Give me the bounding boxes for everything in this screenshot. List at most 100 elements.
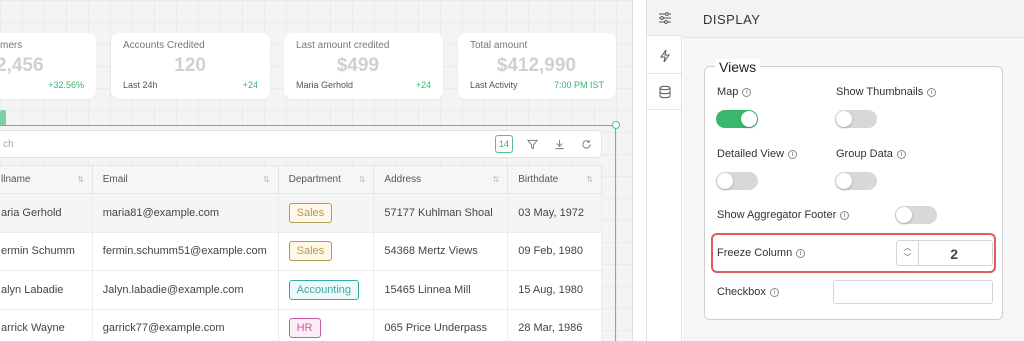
stat-value: 120 xyxy=(174,55,206,76)
aggregator-footer-toggle[interactable] xyxy=(895,206,937,224)
info-icon[interactable]: i xyxy=(840,210,850,220)
cell-name: ermin Schumm xyxy=(0,231,93,271)
search-input[interactable]: ch xyxy=(3,139,14,150)
cell-department: HR xyxy=(277,308,375,341)
detailed-view-label: Detailed View i xyxy=(717,148,798,160)
column-header[interactable]: Department ⇅ xyxy=(277,165,375,194)
stat-title: Total amount xyxy=(470,40,528,51)
sort-icon[interactable]: ⇅ xyxy=(77,175,84,184)
map-toggle[interactable] xyxy=(716,110,758,128)
department-badge: Sales xyxy=(288,241,333,262)
stat-sub: Maria Gerhold xyxy=(296,80,354,90)
cell-name: aria Gerhold xyxy=(0,193,93,233)
sort-icon[interactable]: ⇅ xyxy=(263,175,270,184)
column-header[interactable]: llname ⇅ xyxy=(0,165,93,194)
cell-birthdate: 09 Feb, 1980 xyxy=(507,231,602,271)
download-icon[interactable] xyxy=(550,135,568,153)
panel-title: DISPLAY xyxy=(703,12,761,27)
cell-name: alyn Labadie xyxy=(0,270,93,310)
sort-icon[interactable]: ⇅ xyxy=(586,175,593,184)
table-row[interactable]: aria Gerhold maria81@example.com Sales 5… xyxy=(0,193,602,233)
group-data-toggle[interactable] xyxy=(835,172,877,190)
column-header[interactable]: Email ⇅ xyxy=(91,165,279,194)
freeze-column-value[interactable]: 2 xyxy=(950,246,958,262)
cell-email[interactable]: fermin.schumm51@example.com xyxy=(91,231,279,271)
stat-value: 2,456 xyxy=(0,55,44,76)
cell-email[interactable]: garrick77@example.com xyxy=(91,308,279,341)
resize-handle[interactable] xyxy=(612,121,620,129)
stat-card-last-amount: Last amount credited $499 Maria Gerhold … xyxy=(284,33,443,99)
stat-delta: 7:00 PM IST xyxy=(553,80,604,90)
chevron-down-icon[interactable]: ﹀ xyxy=(904,253,912,263)
filter-icon[interactable] xyxy=(523,135,541,153)
stat-title: Last amount credited xyxy=(296,40,390,51)
views-legend: Views xyxy=(715,59,761,75)
database-icon[interactable] xyxy=(647,74,683,110)
cell-address: 54368 Mertz Views xyxy=(373,231,509,271)
lightning-icon[interactable] xyxy=(647,38,683,74)
toggle-knob xyxy=(836,111,852,127)
info-icon[interactable]: i xyxy=(788,149,798,159)
stat-delta: +24 xyxy=(242,80,258,90)
data-grid: llname ⇅ Email ⇅ Department ⇅ Address ⇅ Birt… xyxy=(0,165,602,341)
sliders-icon[interactable] xyxy=(647,0,683,36)
department-badge: HR xyxy=(288,318,321,339)
panel-header: DISPLAY xyxy=(683,0,1024,38)
info-icon[interactable]: i xyxy=(927,87,937,97)
checkbox-field[interactable] xyxy=(833,280,993,304)
stat-title: mers xyxy=(0,40,23,51)
freeze-column-label: Freeze Column i xyxy=(717,247,806,259)
thumbnails-toggle[interactable] xyxy=(835,110,877,128)
toggle-knob xyxy=(717,173,733,189)
stat-value: $412,990 xyxy=(496,55,576,76)
pane-divider[interactable] xyxy=(632,0,633,341)
cell-name: arrick Wayne xyxy=(0,308,93,341)
refresh-icon[interactable] xyxy=(577,135,595,153)
cell-birthdate: 03 May, 1972 xyxy=(507,193,602,233)
info-icon[interactable]: i xyxy=(896,149,906,159)
toggle-knob xyxy=(741,111,757,127)
sort-icon[interactable]: ⇅ xyxy=(359,175,366,184)
column-header[interactable]: Birthdate ⇅ xyxy=(507,165,602,194)
cell-department: Sales xyxy=(277,231,375,271)
aggregator-footer-label: Show Aggregator Footer i xyxy=(717,209,850,221)
settings-icon-bar xyxy=(646,0,683,341)
cell-address: 065 Price Underpass xyxy=(373,308,509,341)
department-badge: Accounting xyxy=(288,279,360,300)
checkbox-label: Checkbox i xyxy=(717,286,779,298)
freeze-column-stepper[interactable]: ︿ ﹀ 2 xyxy=(896,240,993,266)
column-header[interactable]: Address ⇅ xyxy=(373,165,509,194)
cell-address: 57177 Kuhlman Shoal xyxy=(373,193,509,233)
detailed-view-toggle[interactable] xyxy=(716,172,758,190)
selection-tab[interactable] xyxy=(0,110,6,125)
cell-birthdate: 28 Mar, 1986 xyxy=(507,308,602,341)
stat-sub: Last 24h xyxy=(123,80,158,90)
stat-delta: +24 xyxy=(415,80,431,90)
table-row[interactable]: arrick Wayne garrick77@example.com HR 06… xyxy=(0,308,602,341)
cell-department: Sales xyxy=(277,193,375,233)
cell-birthdate: 15 Aug, 1980 xyxy=(507,270,602,310)
count-badge[interactable]: 14 xyxy=(495,135,513,153)
toggle-knob xyxy=(836,173,852,189)
cell-department: Accounting xyxy=(277,270,375,310)
map-label: Map i xyxy=(717,86,752,98)
stat-sub: Last Activity xyxy=(470,80,518,90)
info-icon[interactable]: i xyxy=(796,248,806,258)
stat-card-accounts-credited: Accounts Credited 120 Last 24h +24 xyxy=(111,33,270,99)
chevron-up-icon[interactable]: ︿ xyxy=(904,243,912,253)
stepper-arrows[interactable]: ︿ ﹀ xyxy=(897,241,919,265)
thumbnails-label: Show Thumbnails i xyxy=(836,86,937,98)
table-row[interactable]: ermin Schumm fermin.schumm51@example.com… xyxy=(0,231,602,271)
table-row[interactable]: alyn Labadie Jalyn.labadie@example.com A… xyxy=(0,270,602,310)
info-icon[interactable]: i xyxy=(742,87,752,97)
sort-icon[interactable]: ⇅ xyxy=(493,175,500,184)
designer-canvas: mers 2,456 +32.56% Accounts Credited 120… xyxy=(0,0,632,341)
stat-delta: +32.56% xyxy=(48,80,84,90)
cell-email[interactable]: maria81@example.com xyxy=(91,193,279,233)
cell-address: 15465 Linnea Mill xyxy=(373,270,509,310)
group-data-label: Group Data i xyxy=(836,148,906,160)
grid-toolbar: ch 14 xyxy=(0,130,602,158)
info-icon[interactable]: i xyxy=(769,287,779,297)
cell-email[interactable]: Jalyn.labadie@example.com xyxy=(91,270,279,310)
stat-title: Accounts Credited xyxy=(123,40,205,51)
